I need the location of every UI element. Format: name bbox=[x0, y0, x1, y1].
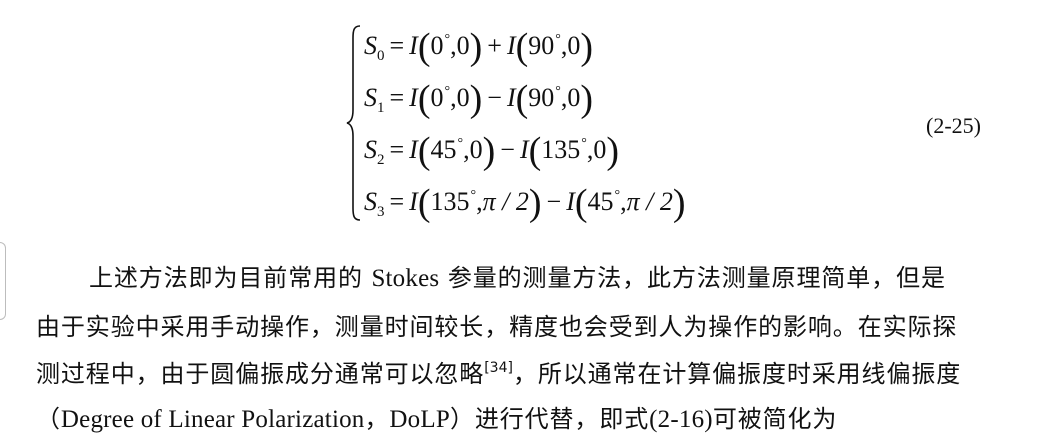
equals-sign: = bbox=[389, 83, 405, 112]
intensity-symbol: I bbox=[566, 187, 575, 216]
paren: ) bbox=[580, 78, 594, 120]
paren: ) bbox=[606, 130, 620, 172]
text-span: 上述方法即为目前常用的 bbox=[89, 264, 372, 292]
phase-value: 0 bbox=[469, 135, 483, 164]
intensity-symbol: I bbox=[409, 83, 418, 112]
equation-line: S0 = I(0°,0) + I(90°,0) bbox=[364, 28, 593, 66]
citation-reference: [34] bbox=[484, 360, 513, 376]
intensity-symbol: I bbox=[409, 135, 418, 164]
phase-value: 0 bbox=[456, 31, 470, 60]
stokes-index: 2 bbox=[377, 152, 385, 168]
intensity-symbol: I bbox=[409, 187, 418, 216]
stokes-symbol: S bbox=[364, 135, 377, 164]
equation-cross-reference: (2-16) bbox=[649, 406, 713, 433]
intensity-symbol: I bbox=[506, 31, 516, 60]
phase-value: π / 2 bbox=[626, 187, 673, 216]
stokes-symbol: S bbox=[364, 83, 377, 112]
polarizer-angle: 0 bbox=[430, 31, 444, 60]
paren: ( bbox=[528, 130, 542, 172]
text-span: ，所以通常在计算偏振度时采用线偏振度 bbox=[512, 360, 962, 388]
phase-value: π / 2 bbox=[482, 187, 529, 216]
equals-sign: = bbox=[389, 187, 405, 216]
polarizer-angle: 90 bbox=[528, 31, 555, 60]
document-page: S0 = I(0°,0) + I(90°,0) S1 = I(0°,0) − I(90°,0) S2… bbox=[0, 0, 1040, 433]
text-span: 可被简化为 bbox=[712, 405, 838, 433]
operator: + bbox=[487, 31, 502, 60]
polarizer-angle: 45 bbox=[587, 187, 614, 216]
intensity-symbol: I bbox=[506, 83, 516, 112]
paren: ( bbox=[417, 182, 431, 224]
paragraph-line-1: 上述方法即为目前常用的 Stokes 参量的测量方法，此方法测量原理简单，但是 bbox=[89, 258, 946, 293]
stokes-index: 1 bbox=[377, 100, 385, 116]
paren: ) bbox=[482, 130, 496, 172]
text-span: 参量的测量方法，此方法测量原理简单，但是 bbox=[439, 264, 946, 292]
text-span: ， bbox=[364, 405, 390, 433]
phase-value: 0 bbox=[567, 83, 581, 112]
equation-line: S3 = I(135°,π / 2) − I(45°,π / 2) bbox=[364, 184, 686, 222]
paragraph-line-4: （Degree of Linear Polarization，DoLP）进行代替… bbox=[36, 399, 837, 434]
paren: ( bbox=[515, 78, 529, 120]
text-span: （ bbox=[36, 405, 61, 433]
stokes-symbol: S bbox=[364, 31, 377, 60]
paren: ) bbox=[469, 78, 483, 120]
paren: ( bbox=[574, 182, 588, 224]
text-span: 测过程中，由于圆偏振成分通常可以忽略 bbox=[36, 360, 485, 388]
paren: ) bbox=[580, 26, 594, 68]
paren: ( bbox=[515, 26, 529, 68]
polarizer-angle: 0 bbox=[430, 83, 444, 112]
stokes-term: Stokes bbox=[371, 265, 440, 292]
equation-number: (2-25) bbox=[926, 113, 981, 138]
polarizer-angle: 135 bbox=[541, 135, 581, 164]
paren: ( bbox=[417, 130, 431, 172]
phase-value: 0 bbox=[456, 83, 470, 112]
paragraph-line-3: 测过程中，由于圆偏振成分通常可以忽略[34]，所以通常在计算偏振度时采用线偏振度 bbox=[36, 354, 961, 389]
stokes-symbol: S bbox=[364, 187, 377, 216]
polarizer-angle: 90 bbox=[528, 83, 555, 112]
stokes-equation-block: S0 = I(0°,0) + I(90°,0) S1 = I(0°,0) − I(90°,0) S2… bbox=[346, 24, 766, 224]
paren: ) bbox=[528, 182, 542, 224]
equation-line: S2 = I(45°,0) − I(135°,0) bbox=[364, 132, 619, 170]
stokes-index: 3 bbox=[377, 204, 385, 220]
paragraph-line-2: 由于实验中采用手动操作，测量时间较长，精度也会受到人为操作的影响。在实际探 bbox=[36, 313, 958, 341]
phase-value: 0 bbox=[593, 135, 607, 164]
text-span: ）进行代替，即式 bbox=[449, 405, 650, 433]
stokes-index: 0 bbox=[377, 48, 385, 64]
operator: − bbox=[500, 135, 515, 164]
paren: ( bbox=[417, 26, 431, 68]
phase-value: 0 bbox=[567, 31, 581, 60]
paren: ( bbox=[417, 78, 431, 120]
polarizer-angle: 135 bbox=[430, 187, 470, 216]
intensity-symbol: I bbox=[519, 135, 529, 164]
dolp-abbreviation: DoLP bbox=[389, 406, 450, 433]
operator: − bbox=[487, 83, 502, 112]
equals-sign: = bbox=[389, 31, 405, 60]
paren: ) bbox=[469, 26, 483, 68]
left-curly-brace bbox=[346, 25, 361, 221]
operator: − bbox=[546, 187, 562, 216]
paren: ) bbox=[672, 182, 686, 224]
dolp-full-term: Degree of Linear Polarization bbox=[60, 406, 365, 433]
equation-line: S1 = I(0°,0) − I(90°,0) bbox=[364, 80, 593, 118]
polarizer-angle: 45 bbox=[430, 135, 457, 164]
equals-sign: = bbox=[389, 135, 405, 164]
intensity-symbol: I bbox=[409, 31, 418, 60]
margin-bracket-mark bbox=[0, 242, 6, 320]
